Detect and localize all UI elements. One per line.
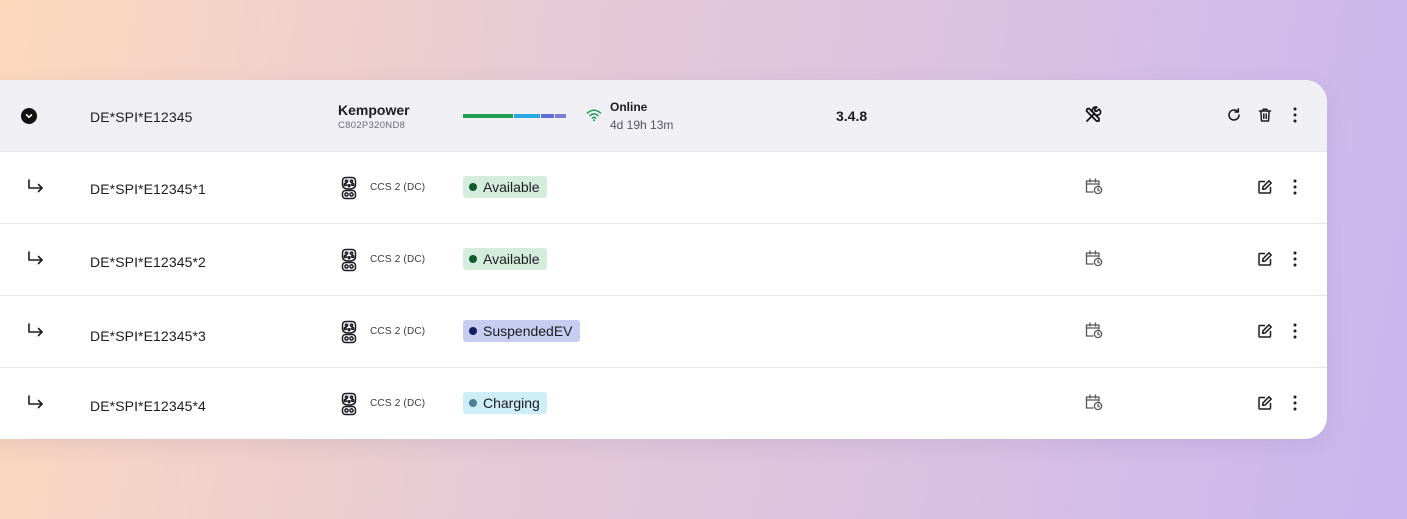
status-badge: Available (463, 248, 547, 270)
status-dot (469, 183, 477, 191)
status-label: Available (483, 251, 540, 267)
connector-type: CCS 2 (DC) (370, 398, 426, 409)
station-row[interactable]: DE*SPI*E12345 Kempower C802P320ND8 Onlin… (0, 80, 1327, 152)
corner-down-right-icon (26, 178, 46, 196)
status-bar-segment (541, 114, 554, 118)
status-dot (469, 327, 477, 335)
status-dot (469, 255, 477, 263)
status-bar-segment (555, 114, 566, 118)
calendar-clock-icon[interactable] (1084, 393, 1104, 411)
kebab-icon[interactable] (1288, 393, 1302, 413)
connector-type: CCS 2 (DC) (370, 254, 426, 265)
calendar-clock-icon[interactable] (1084, 321, 1104, 339)
wrench-screwdriver-icon[interactable] (1084, 106, 1102, 124)
status-bar-segment (514, 114, 540, 118)
status-bar-segment (463, 114, 513, 118)
connector-id: DE*SPI*E12345*2 (90, 254, 206, 270)
connector-row[interactable]: DE*SPI*E12345*3 CCS 2 (DC) SuspendedEV (0, 296, 1327, 368)
station-vendor: Kempower (338, 102, 410, 118)
corner-down-right-icon (26, 322, 46, 340)
wifi-icon (586, 108, 602, 122)
status-badge: Available (463, 176, 547, 198)
kebab-icon[interactable] (1288, 321, 1302, 341)
status-badge: Charging (463, 392, 547, 414)
charging-station-card: DE*SPI*E12345 Kempower C802P320ND8 Onlin… (0, 80, 1327, 439)
connector-id: DE*SPI*E12345*1 (90, 181, 206, 197)
ccs2-plug-icon (339, 320, 359, 344)
connector-id: DE*SPI*E12345*4 (90, 398, 206, 414)
connector-type: CCS 2 (DC) (370, 326, 426, 337)
ccs2-plug-icon (339, 392, 359, 416)
corner-down-right-icon (26, 394, 46, 412)
connection-status: Online (610, 100, 648, 114)
edit-icon[interactable] (1257, 323, 1273, 339)
edit-icon[interactable] (1257, 251, 1273, 267)
connector-row[interactable]: DE*SPI*E12345*4 CCS 2 (DC) Charging (0, 368, 1327, 439)
connector-status-bar (463, 114, 566, 118)
kebab-icon[interactable] (1288, 105, 1302, 125)
status-label: Charging (483, 395, 540, 411)
uptime: 4d 19h 13m (610, 118, 674, 132)
edit-icon[interactable] (1257, 395, 1273, 411)
calendar-clock-icon[interactable] (1084, 249, 1104, 267)
connector-id: DE*SPI*E12345*3 (90, 328, 206, 344)
corner-down-right-icon (26, 250, 46, 268)
station-id: DE*SPI*E12345 (90, 109, 193, 125)
ccs2-plug-icon (339, 248, 359, 272)
calendar-clock-icon[interactable] (1084, 177, 1104, 195)
connector-type: CCS 2 (DC) (370, 182, 426, 193)
firmware-version: 3.4.8 (836, 108, 868, 124)
status-label: Available (483, 179, 540, 195)
status-badge: SuspendedEV (463, 320, 580, 342)
status-dot (469, 399, 477, 407)
kebab-icon[interactable] (1288, 249, 1302, 269)
trash-icon[interactable] (1257, 107, 1273, 123)
status-label: SuspendedEV (483, 323, 573, 339)
ccs2-plug-icon (339, 176, 359, 200)
refresh-icon[interactable] (1226, 107, 1242, 123)
connector-row[interactable]: DE*SPI*E12345*1 CCS 2 (DC) Available (0, 152, 1327, 224)
connector-row[interactable]: DE*SPI*E12345*2 CCS 2 (DC) Available (0, 224, 1327, 296)
edit-icon[interactable] (1257, 179, 1273, 195)
station-serial: C802P320ND8 (338, 120, 406, 131)
kebab-icon[interactable] (1288, 177, 1302, 197)
chevron-down-icon[interactable] (21, 108, 37, 124)
